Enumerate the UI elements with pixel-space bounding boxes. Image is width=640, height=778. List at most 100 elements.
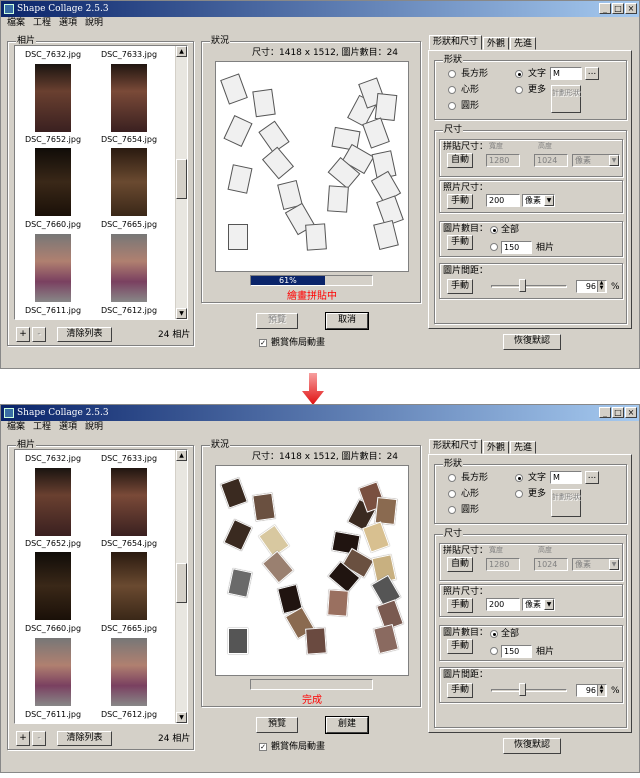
menu-options[interactable]: 選項 [59,17,77,30]
tab-advanced[interactable]: 先進 [510,441,537,454]
browse-button[interactable]: ... [585,471,599,484]
photo-thumb[interactable] [111,468,147,536]
photo-thumb[interactable] [111,552,147,620]
spacing-slider-thumb[interactable] [519,279,526,292]
menu-options[interactable]: 選項 [59,421,77,434]
tab-appearance[interactable]: 外觀 [483,37,510,50]
clear-list-button[interactable]: 清除列表 [57,731,112,746]
scroll-down-arrow[interactable]: ▼ [176,308,187,319]
animation-checkbox[interactable]: ✓ [259,339,267,347]
photo-thumb[interactable] [35,234,71,302]
count-custom-radio[interactable] [490,243,498,251]
photo-thumb[interactable] [35,64,71,132]
collage-size-auto-button[interactable]: 自動 [447,557,473,572]
minimize-button[interactable]: _ [599,3,611,14]
maximize-button[interactable]: □ [612,407,624,418]
photo-list[interactable]: DSC_7632.jpg DSC_7633.jpg DSC_7652.jpg D… [14,45,188,320]
draw-shape-button[interactable]: 計劃形狀 [551,489,581,517]
photo-thumb[interactable] [35,148,71,216]
height-input[interactable]: 1024 [534,154,568,167]
count-all-radio[interactable] [490,630,498,638]
scroll-thumb[interactable] [176,563,187,603]
collage-unit-select[interactable]: 像素 ▼ [572,558,620,571]
spacing-manual-button[interactable]: 手動 [447,683,473,698]
shape-text-radio[interactable] [515,474,523,482]
scroll-up-arrow[interactable]: ▲ [176,450,187,461]
restore-defaults-button[interactable]: 恢復默認 [503,334,561,350]
spacing-slider-track[interactable] [491,285,567,288]
shape-circle-radio[interactable] [448,506,456,514]
photo-count-manual-button[interactable]: 手動 [447,639,473,654]
create-button[interactable]: 創建 [325,716,369,734]
tab-appearance[interactable]: 外觀 [483,441,510,454]
menu-project[interactable]: 工程 [33,421,51,434]
browse-button[interactable]: ... [585,67,599,80]
height-input[interactable]: 1024 [534,558,568,571]
shape-rect-radio[interactable] [448,70,456,78]
photo-size-manual-button[interactable]: 手動 [447,598,473,613]
shape-more-radio[interactable] [515,86,523,94]
photo-thumb[interactable] [111,64,147,132]
photo-thumb[interactable] [35,552,71,620]
photo-thumb[interactable] [111,234,147,302]
shape-heart-radio[interactable] [448,490,456,498]
width-input[interactable]: 1280 [486,154,520,167]
menu-help[interactable]: 說明 [85,17,103,30]
shape-text-input[interactable]: M [550,471,582,484]
photo-size-input[interactable]: 200 [486,598,520,611]
tab-shape-size[interactable]: 形狀和尺寸 [429,439,483,454]
draw-shape-button[interactable]: 計劃形狀 [551,85,581,113]
tab-shape-size[interactable]: 形狀和尺寸 [429,35,483,50]
scroll-thumb[interactable] [176,159,187,199]
animation-checkbox[interactable]: ✓ [259,743,267,751]
cancel-button[interactable]: 取消 [325,312,369,330]
photo-size-unit-select[interactable]: 像素 ▼ [522,194,555,207]
menu-project[interactable]: 工程 [33,17,51,30]
spacing-slider-track[interactable] [491,689,567,692]
restore-defaults-button[interactable]: 恢復默認 [503,738,561,754]
menu-help[interactable]: 說明 [85,421,103,434]
collage-size-auto-button[interactable]: 自動 [447,153,473,168]
list-scrollbar[interactable]: ▲ ▼ [175,46,187,319]
menu-file[interactable]: 檔案 [7,17,25,30]
menu-file[interactable]: 檔案 [7,421,25,434]
close-button[interactable]: × [625,407,637,418]
maximize-button[interactable]: □ [612,3,624,14]
shape-circle-radio[interactable] [448,102,456,110]
photo-size-manual-button[interactable]: 手動 [447,194,473,209]
shape-rect-radio[interactable] [448,474,456,482]
count-custom-radio[interactable] [490,647,498,655]
scroll-down-arrow[interactable]: ▼ [176,712,187,723]
remove-photo-button[interactable]: - [32,327,46,342]
count-all-radio[interactable] [490,226,498,234]
photo-list[interactable]: DSC_7632.jpg DSC_7633.jpg DSC_7652.jpg D… [14,449,188,724]
shape-heart-radio[interactable] [448,86,456,94]
add-photo-button[interactable]: + [16,731,30,746]
photo-count-input[interactable]: 150 [501,241,532,254]
shape-text-input[interactable]: M [550,67,582,80]
shape-text-radio[interactable] [515,70,523,78]
photo-count-manual-button[interactable]: 手動 [447,235,473,250]
list-scrollbar[interactable]: ▲ ▼ [175,450,187,723]
photo-thumb[interactable] [35,468,71,536]
width-input[interactable]: 1280 [486,558,520,571]
preview-button[interactable]: 預覽 [256,717,298,733]
tab-advanced[interactable]: 先進 [510,37,537,50]
photo-size-unit-select[interactable]: 像素 ▼ [522,598,555,611]
photo-count-input[interactable]: 150 [501,645,532,658]
preview-button[interactable]: 預覽 [256,313,298,329]
spacing-spinner[interactable]: ▲ ▼ [597,281,605,292]
minimize-button[interactable]: _ [599,407,611,418]
spacing-manual-button[interactable]: 手動 [447,279,473,294]
add-photo-button[interactable]: + [16,327,30,342]
photo-thumb[interactable] [111,148,147,216]
photo-thumb[interactable] [111,638,147,706]
clear-list-button[interactable]: 清除列表 [57,327,112,342]
spacing-spinner[interactable]: ▲ ▼ [597,685,605,696]
spacing-slider-thumb[interactable] [519,683,526,696]
close-button[interactable]: × [625,3,637,14]
photo-thumb[interactable] [35,638,71,706]
remove-photo-button[interactable]: - [32,731,46,746]
shape-more-radio[interactable] [515,490,523,498]
scroll-up-arrow[interactable]: ▲ [176,46,187,57]
